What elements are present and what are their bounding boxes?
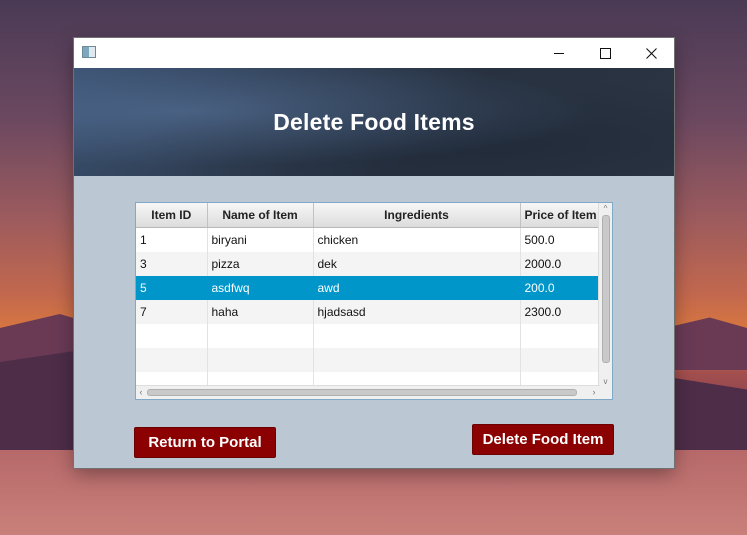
cell-price: 500.0 [520, 227, 601, 252]
cell-ingredients: awd [313, 276, 521, 300]
column-header-item-id[interactable]: Item ID [136, 203, 208, 228]
column-header-name[interactable]: Name of Item [207, 203, 314, 228]
table-row-selected[interactable]: 5 asdfwq awd 200.0 [136, 276, 601, 300]
empty-row [136, 348, 601, 372]
table-row[interactable]: 3 pizza dek 2000.0 [136, 252, 601, 276]
return-to-portal-button[interactable]: Return to Portal [134, 427, 276, 458]
minimize-button[interactable] [536, 38, 582, 68]
scroll-down-icon[interactable]: v [602, 378, 609, 386]
table-row[interactable]: 7 haha hjadsasd 2300.0 [136, 300, 601, 324]
cell-price: 2000.0 [520, 252, 601, 276]
table-row[interactable]: 1 biryani chicken 500.0 [136, 227, 601, 252]
scrollbar-corner [599, 386, 612, 399]
cell-price: 200.0 [520, 276, 601, 300]
column-header-ingredients[interactable]: Ingredients [313, 203, 521, 228]
vertical-scroll-thumb[interactable] [602, 215, 610, 363]
cell-ingredients: hjadsasd [313, 300, 521, 324]
title-bar[interactable] [74, 38, 674, 68]
cell-ingredients: chicken [313, 227, 521, 252]
horizontal-scrollbar[interactable]: ‹ › [136, 385, 600, 399]
cell-name: pizza [207, 252, 314, 276]
scroll-left-icon[interactable]: ‹ [137, 387, 145, 397]
cell-price: 2300.0 [520, 300, 601, 324]
cell-item-id: 3 [136, 252, 208, 276]
cell-name: biryani [207, 227, 314, 252]
app-window: Delete Food Items Item ID Name of Item I… [74, 38, 674, 468]
header-banner: Delete Food Items [74, 68, 674, 176]
cell-name: haha [207, 300, 314, 324]
empty-row [136, 324, 601, 348]
page-title: Delete Food Items [273, 108, 475, 135]
cell-item-id: 5 [136, 276, 208, 300]
delete-food-item-button[interactable]: Delete Food Item [472, 424, 614, 455]
maximize-icon [599, 47, 611, 59]
vertical-scrollbar[interactable]: ^ v [598, 203, 612, 387]
minimize-icon [554, 52, 564, 54]
maximize-button[interactable] [582, 38, 628, 68]
app-icon [82, 46, 96, 58]
cell-item-id: 7 [136, 300, 208, 324]
horizontal-scroll-thumb[interactable] [147, 389, 577, 396]
cell-name: asdfwq [207, 276, 314, 300]
table-header-row: Item ID Name of Item Ingredients Price o… [136, 203, 601, 228]
scroll-right-icon[interactable]: › [590, 387, 598, 397]
cell-ingredients: dek [313, 252, 521, 276]
close-button[interactable] [628, 38, 674, 68]
food-items-table[interactable]: Item ID Name of Item Ingredients Price o… [135, 202, 613, 400]
scroll-up-icon[interactable]: ^ [602, 205, 609, 213]
close-icon [645, 47, 657, 59]
cell-item-id: 1 [136, 227, 208, 252]
column-header-price[interactable]: Price of Item [520, 203, 601, 228]
